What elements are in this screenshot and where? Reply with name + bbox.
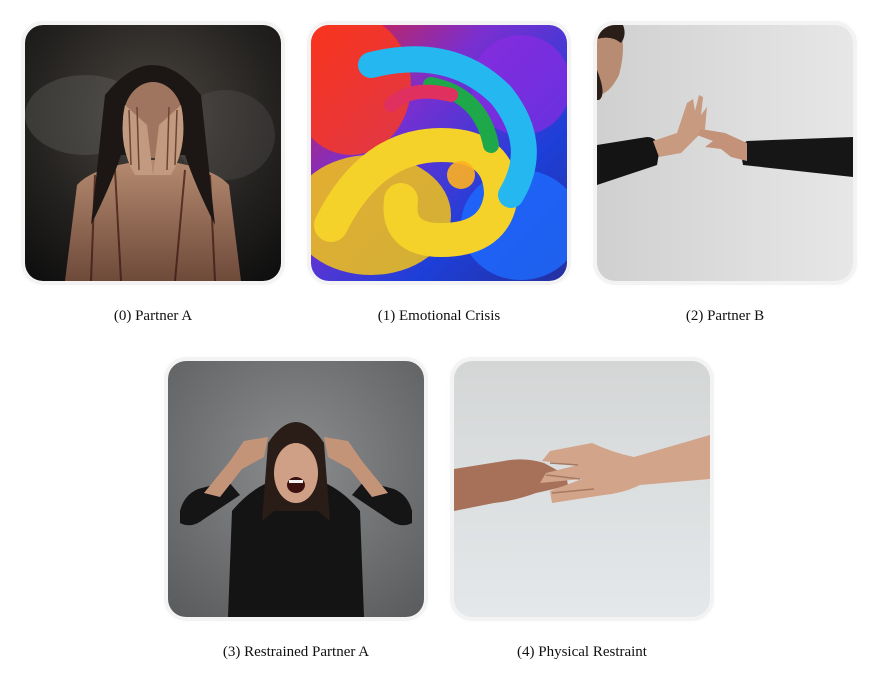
caption-emotional-crisis: (1) Emotional Crisis bbox=[377, 308, 501, 324]
caption-partner-b: (2) Partner B bbox=[685, 308, 765, 324]
image-emotional-crisis bbox=[311, 25, 567, 281]
image-restrained-partner-a bbox=[168, 361, 424, 617]
caption-partner-a: (0) Partner A bbox=[113, 308, 193, 324]
image-partner-b bbox=[597, 25, 853, 281]
caption-restrained-partner-a: (3) Restrained Partner A bbox=[222, 644, 370, 660]
image-partner-a bbox=[25, 25, 281, 281]
caption-physical-restraint: (4) Physical Restraint bbox=[517, 644, 647, 660]
image-physical-restraint bbox=[454, 361, 710, 617]
